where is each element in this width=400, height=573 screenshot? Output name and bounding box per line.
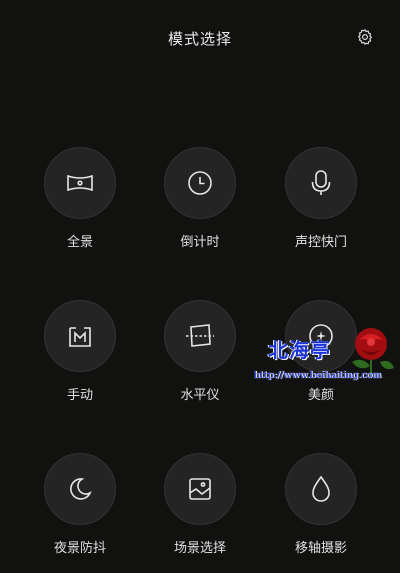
watermark-url: http://www.beihaiting.com	[254, 370, 382, 381]
manual-m-icon	[69, 327, 91, 347]
mode-label: 倒计时	[180, 235, 220, 250]
mode-circle	[285, 147, 357, 219]
mode-label: 手动	[66, 388, 93, 403]
panorama-icon	[67, 174, 93, 192]
tilt-shift-icon	[312, 475, 330, 502]
microphone-icon	[311, 170, 331, 195]
mode-label: 水平仪	[180, 388, 220, 403]
mode-timer[interactable]: 倒计时	[140, 147, 260, 267]
mode-voice-shutter[interactable]: 声控快门	[261, 147, 381, 267]
mode-label: 夜景防抖	[53, 541, 106, 556]
level-icon	[186, 324, 214, 347]
mode-circle	[164, 453, 236, 525]
mode-label: 移轴摄影	[294, 541, 347, 556]
mode-circle	[164, 300, 236, 372]
watermark: 北海亭 http://www.beihaiting.com	[252, 320, 400, 390]
mode-circle	[44, 147, 116, 219]
mode-grid: 全景 倒计时 声控快门 手动 水平仪 美颜 夜景防抖 场景选择 移轴摄影	[0, 0, 400, 568]
mode-label: 声控快门	[294, 235, 347, 250]
mode-label: 场景选择	[173, 541, 226, 556]
watermark-title: 北海亭	[268, 338, 331, 362]
moon-icon	[70, 478, 92, 500]
mode-tilt-shift[interactable]: 移轴摄影	[261, 453, 381, 573]
scene-icon	[189, 478, 211, 500]
mode-circle	[285, 453, 357, 525]
mode-night-stabilize[interactable]: 夜景防抖	[20, 453, 140, 573]
mode-circle	[44, 300, 116, 372]
mode-level[interactable]: 水平仪	[140, 300, 260, 420]
mode-circle	[164, 147, 236, 219]
mode-panorama[interactable]: 全景	[20, 147, 140, 267]
mode-scene-select[interactable]: 场景选择	[140, 453, 260, 573]
mode-label: 全景	[66, 235, 93, 250]
clock-icon	[188, 171, 212, 195]
mode-circle	[44, 453, 116, 525]
mode-manual[interactable]: 手动	[20, 300, 140, 420]
